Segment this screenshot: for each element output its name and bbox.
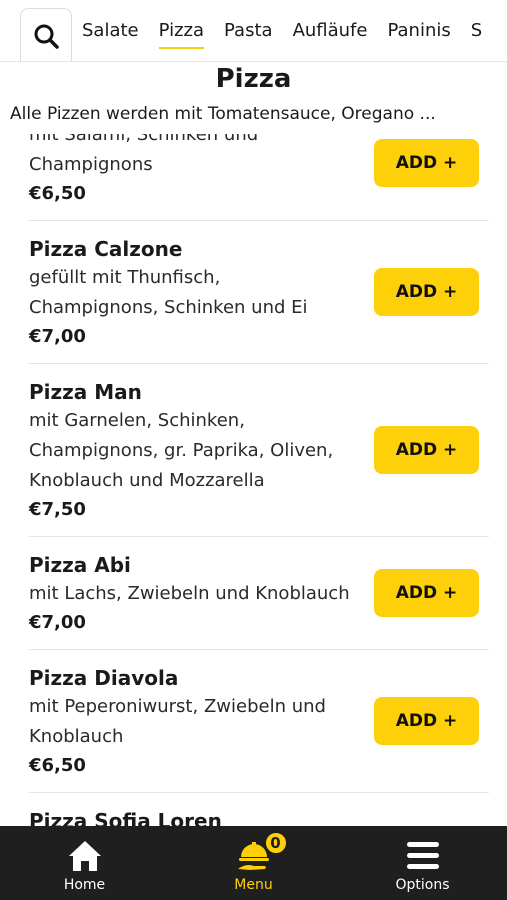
item-price: €7,00 (29, 326, 86, 347)
category-tab[interactable]: Pizza (158, 20, 205, 49)
item-price: €6,50 (29, 755, 86, 776)
menu-lines-icon (406, 842, 439, 869)
section-title: Pizza (215, 64, 292, 94)
search-button[interactable] (20, 8, 72, 61)
item-description-line: Knoblauch (29, 726, 124, 747)
menu-item: mit Salami, Schinken und Champignons €6,50… (29, 134, 489, 221)
menu-item: Pizza Abi mit Lachs, Zwiebeln und Knoblau… (29, 537, 489, 650)
add-to-cart-button[interactable]: ADD + (374, 426, 479, 474)
item-description: mit Lachs, Zwiebeln und Knoblauch (29, 579, 371, 609)
item-description: mit Peperoniwurst, Zwiebeln und Knoblauch (29, 692, 371, 752)
menu-item: Pizza Man mit Garnelen, Schinken, Champign… (29, 364, 489, 537)
search-icon (34, 24, 59, 49)
category-tab[interactable]: Salate (82, 20, 139, 43)
nav-home-label: Home (63, 877, 106, 893)
menu-item: Pizza Sofia Loren (29, 793, 489, 826)
section-description: Alle Pizzen werden mit Tomatensauce, Ore… (10, 104, 436, 124)
item-description: gefüllt mit Thunfisch, Champignons, Schin… (29, 263, 371, 323)
nav-menu[interactable]: 0 Menu (169, 826, 338, 900)
menu-item: Pizza Diavola mit Peperoniwurst, Zwiebeln… (29, 650, 489, 793)
item-description-line: mit Salami, Schinken und (29, 134, 259, 145)
item-description-line: Champignons, Schinken und Ei (29, 297, 308, 318)
category-tabs: Salate Pizza Pasta Aufläufe Paninis S (82, 0, 502, 61)
item-description-line: mit Garnelen, Schinken, (29, 410, 245, 431)
item-description-line: Champignons (29, 154, 153, 175)
add-to-cart-button[interactable]: ADD + (374, 268, 479, 316)
item-price: €7,00 (29, 612, 86, 633)
add-to-cart-button[interactable]: ADD + (374, 569, 479, 617)
category-tab[interactable]: Paninis (387, 20, 450, 43)
item-description-line: Knoblauch und Mozzarella (29, 470, 265, 491)
item-price: €6,50 (29, 183, 86, 204)
item-description-line: mit Peperoniwurst, Zwiebeln und (29, 696, 326, 717)
add-to-cart-button[interactable]: ADD + (374, 697, 479, 745)
category-bar: Salate Pizza Pasta Aufläufe Paninis S (0, 0, 507, 62)
item-description-line: gefüllt mit Thunfisch, (29, 267, 221, 288)
nav-menu-label: Menu (234, 877, 273, 893)
item-description-line: mit Lachs, Zwiebeln und Knoblauch (29, 583, 350, 604)
category-tab[interactable]: Pasta (224, 20, 273, 43)
item-description: mit Salami, Schinken und Champignons (29, 134, 371, 180)
nav-home[interactable]: Home (0, 826, 169, 900)
cart-count-badge: 0 (263, 831, 288, 855)
item-description: mit Garnelen, Schinken, Champignons, gr. … (29, 406, 371, 496)
category-tab[interactable]: Aufläufe (293, 20, 368, 43)
item-name: Pizza Man (29, 380, 142, 404)
bottom-navigation: Home 0 Menu Options (0, 826, 507, 900)
menu-list[interactable]: mit Salami, Schinken und Champignons €6,50… (0, 134, 507, 826)
item-name: Pizza Sofia Loren (29, 809, 222, 826)
nav-options-label: Options (395, 877, 450, 893)
item-name: Pizza Abi (29, 553, 131, 577)
item-price: €7,50 (29, 499, 86, 520)
add-to-cart-button[interactable]: ADD + (374, 139, 479, 187)
menu-item: Pizza Calzone gefüllt mit Thunfisch, Champ… (29, 221, 489, 364)
category-tab[interactable]: S (471, 20, 482, 43)
item-name: Pizza Diavola (29, 666, 179, 690)
item-name: Pizza Calzone (29, 237, 183, 261)
nav-options[interactable]: Options (338, 826, 507, 900)
item-description-line: Champignons, gr. Paprika, Oliven, (29, 440, 334, 461)
home-icon (68, 841, 101, 871)
